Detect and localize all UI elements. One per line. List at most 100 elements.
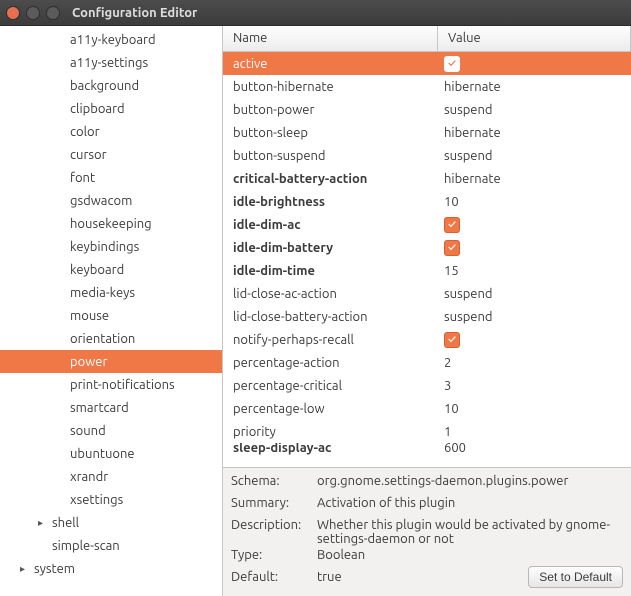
sidebar-item-label: a11y-keyboard: [70, 33, 156, 47]
sidebar-item-system[interactable]: ▸system: [0, 557, 222, 580]
setting-value[interactable]: suspend: [438, 310, 631, 324]
sidebar-item-power[interactable]: power: [0, 350, 222, 373]
table-row[interactable]: notify-perhaps-recall: [223, 328, 631, 351]
setting-value[interactable]: suspend: [438, 103, 631, 117]
sidebar-item-label: media-keys: [70, 286, 135, 300]
table-row[interactable]: percentage-low10: [223, 397, 631, 420]
setting-name: active: [223, 57, 438, 71]
set-to-default-button[interactable]: Set to Default: [528, 566, 623, 588]
setting-value[interactable]: hibernate: [438, 126, 631, 140]
table-row[interactable]: lid-close-battery-actionsuspend: [223, 305, 631, 328]
table-row[interactable]: idle-dim-battery: [223, 236, 631, 259]
setting-value[interactable]: 10: [438, 402, 631, 416]
sidebar-item-media-keys[interactable]: media-keys: [0, 281, 222, 304]
checkbox-icon[interactable]: [444, 240, 460, 256]
setting-value[interactable]: 1: [438, 425, 631, 439]
sidebar-item-label: font: [70, 171, 95, 185]
setting-value[interactable]: hibernate: [438, 172, 631, 186]
expand-arrow-icon[interactable]: ▸: [20, 563, 32, 575]
setting-value[interactable]: [438, 240, 631, 256]
sidebar-item-mouse[interactable]: mouse: [0, 304, 222, 327]
table-row[interactable]: button-suspendsuspend: [223, 144, 631, 167]
setting-name: lid-close-ac-action: [223, 287, 438, 301]
minimize-icon[interactable]: [26, 6, 40, 20]
expand-arrow-icon[interactable]: ▸: [38, 517, 50, 529]
setting-value[interactable]: 15: [438, 264, 631, 278]
sidebar-item-label: background: [70, 79, 139, 93]
sidebar-item-label: housekeeping: [70, 217, 152, 231]
summary-value: Activation of this plugin: [317, 496, 623, 510]
setting-name: notify-perhaps-recall: [223, 333, 438, 347]
setting-value[interactable]: 600: [438, 443, 631, 455]
table-row[interactable]: critical-battery-actionhibernate: [223, 167, 631, 190]
sidebar-item-clipboard[interactable]: clipboard: [0, 97, 222, 120]
sidebar-item-keybindings[interactable]: keybindings: [0, 235, 222, 258]
sidebar-item-label: clipboard: [70, 102, 125, 116]
setting-name: percentage-action: [223, 356, 438, 370]
sidebar-item-label: system: [34, 562, 75, 576]
type-value: Boolean: [317, 548, 623, 562]
sidebar-item-sound[interactable]: sound: [0, 419, 222, 442]
table-row[interactable]: button-powersuspend: [223, 98, 631, 121]
table-row[interactable]: lid-close-ac-actionsuspend: [223, 282, 631, 305]
setting-name: button-sleep: [223, 126, 438, 140]
sidebar-item-label: xsettings: [70, 493, 123, 507]
table-row[interactable]: percentage-critical3: [223, 374, 631, 397]
setting-name: priority: [223, 425, 438, 439]
table-row[interactable]: sleep-display-ac600: [223, 443, 631, 455]
column-header-value[interactable]: Value: [438, 26, 631, 51]
sidebar-item-cursor[interactable]: cursor: [0, 143, 222, 166]
sidebar-item-font[interactable]: font: [0, 166, 222, 189]
checkbox-icon[interactable]: [444, 217, 460, 233]
sidebar-item-print-notifications[interactable]: print-notifications: [0, 373, 222, 396]
close-icon[interactable]: [6, 6, 20, 20]
maximize-icon[interactable]: [46, 6, 60, 20]
sidebar-item-shell[interactable]: ▸shell: [0, 511, 222, 534]
sidebar-item-orientation[interactable]: orientation: [0, 327, 222, 350]
setting-name: button-hibernate: [223, 80, 438, 94]
table-row[interactable]: button-sleephibernate: [223, 121, 631, 144]
sidebar-item-background[interactable]: background: [0, 74, 222, 97]
sidebar-item-a11y-keyboard[interactable]: a11y-keyboard: [0, 28, 222, 51]
checkbox-icon[interactable]: [444, 332, 460, 348]
default-label: Default:: [231, 570, 317, 584]
table-row[interactable]: percentage-action2: [223, 351, 631, 374]
setting-value[interactable]: [438, 332, 631, 348]
sidebar-item-label: ubuntuone: [70, 447, 135, 461]
sidebar-item-color[interactable]: color: [0, 120, 222, 143]
setting-value[interactable]: suspend: [438, 149, 631, 163]
sidebar-item-a11y-settings[interactable]: a11y-settings: [0, 51, 222, 74]
sidebar-item-gsdwacom[interactable]: gsdwacom: [0, 189, 222, 212]
sidebar-item-label: print-notifications: [70, 378, 175, 392]
setting-name: lid-close-battery-action: [223, 310, 438, 324]
sidebar-item-keyboard[interactable]: keyboard: [0, 258, 222, 281]
setting-value[interactable]: 3: [438, 379, 631, 393]
setting-value[interactable]: hibernate: [438, 80, 631, 94]
table-row[interactable]: idle-dim-ac: [223, 213, 631, 236]
setting-value[interactable]: suspend: [438, 287, 631, 301]
sidebar-item-xsettings[interactable]: xsettings: [0, 488, 222, 511]
sidebar-item-ubuntuone[interactable]: ubuntuone: [0, 442, 222, 465]
table-row[interactable]: button-hibernatehibernate: [223, 75, 631, 98]
table-header: Name Value: [223, 26, 631, 52]
table-row[interactable]: idle-brightness10: [223, 190, 631, 213]
sidebar-item-housekeeping[interactable]: housekeeping: [0, 212, 222, 235]
sidebar-item-label: shell: [52, 516, 79, 530]
column-header-name[interactable]: Name: [223, 26, 438, 51]
table-row[interactable]: priority1: [223, 420, 631, 443]
main-panel: Name Value activebutton-hibernatehiberna…: [223, 26, 631, 596]
setting-value[interactable]: 2: [438, 356, 631, 370]
settings-table: Name Value activebutton-hibernatehiberna…: [223, 26, 631, 467]
checkbox-icon[interactable]: [444, 56, 460, 72]
setting-value[interactable]: [438, 56, 631, 72]
sidebar-tree[interactable]: a11y-keyboard a11y-settings background clip…: [0, 26, 223, 596]
window-title: Configuration Editor: [72, 6, 197, 20]
setting-value[interactable]: 10: [438, 195, 631, 209]
table-row[interactable]: idle-dim-time15: [223, 259, 631, 282]
setting-name: sleep-display-ac: [223, 443, 438, 455]
table-row[interactable]: active: [223, 52, 631, 75]
sidebar-item-simple-scan[interactable]: simple-scan: [0, 534, 222, 557]
setting-value[interactable]: [438, 217, 631, 233]
sidebar-item-smartcard[interactable]: smartcard: [0, 396, 222, 419]
sidebar-item-xrandr[interactable]: xrandr: [0, 465, 222, 488]
